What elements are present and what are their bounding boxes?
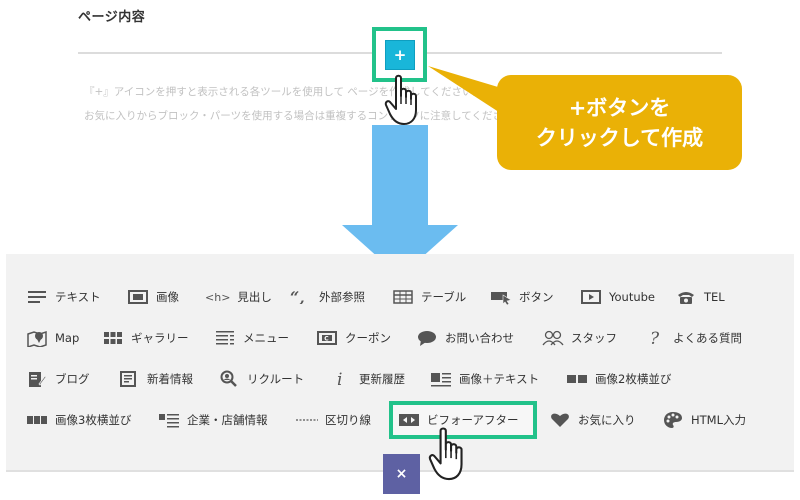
tool-image-text[interactable]: 画像＋テキスト	[430, 368, 539, 390]
tool-label: 画像＋テキスト	[459, 372, 540, 386]
two-images-icon	[566, 370, 588, 388]
tool-two-images[interactable]: 画像2枚横並び	[566, 368, 671, 390]
svg-text:C: C	[324, 335, 329, 342]
tool-palette[interactable]: HTML入力	[662, 409, 746, 431]
tool-button-cursor[interactable]: ボタン	[490, 286, 554, 308]
callout-line-1: +ボタンを	[568, 95, 671, 120]
tool-text-lines[interactable]: テキスト	[26, 286, 101, 308]
tool-company-info[interactable]: 企業・店舗情報	[158, 409, 268, 431]
tool-news[interactable]: 新着情報	[118, 368, 193, 390]
tool-divider[interactable]: 区切り線	[296, 409, 371, 431]
tool-label: テキスト	[55, 290, 101, 304]
tool-label: 画像	[156, 290, 179, 304]
tool-youtube[interactable]: Youtube	[580, 286, 655, 308]
tool-label: 外部参照	[319, 290, 365, 304]
tool-label: よくある質問	[673, 331, 742, 345]
phone-icon	[675, 288, 697, 306]
text-lines-icon	[26, 288, 48, 306]
tool-label: スタッフ	[571, 331, 617, 345]
tool-label: HTML入力	[691, 413, 747, 427]
tool-heading[interactable]: <h> 見出し	[205, 286, 272, 308]
tool-label: お気に入り	[578, 413, 636, 427]
question-icon: ?	[644, 329, 666, 347]
tool-label: テーブル	[421, 290, 467, 304]
tool-label: 画像2枚横並び	[595, 372, 672, 386]
tool-gallery-grid[interactable]: ギャラリー	[102, 327, 189, 349]
staff-icon	[542, 329, 564, 347]
tool-label: 新着情報	[147, 372, 193, 386]
tool-table[interactable]: テーブル	[392, 286, 466, 308]
tool-label: 見出し	[237, 290, 272, 304]
tool-map-pin[interactable]: Map	[26, 327, 79, 349]
tool-label: クーポン	[345, 331, 391, 345]
tool-label: ブログ	[55, 372, 90, 386]
svg-text:i: i	[337, 370, 342, 388]
tool-question[interactable]: ? よくある質問	[644, 327, 742, 349]
page-title: ページ内容	[78, 10, 146, 25]
tool-label: Map	[55, 331, 80, 345]
tool-phone[interactable]: TEL	[675, 286, 725, 308]
tool-label: TEL	[704, 290, 725, 304]
tool-coupon[interactable]: C クーポン	[316, 327, 391, 349]
heading-icon: <h>	[205, 290, 231, 304]
svg-text:“‚: “‚	[290, 290, 305, 304]
tool-label: お問い合わせ	[445, 331, 514, 345]
tool-label: ギャラリー	[131, 331, 189, 345]
tool-label: メニュー	[243, 331, 289, 345]
recruit-search-icon	[218, 370, 240, 388]
divider-icon	[296, 411, 318, 429]
close-panel-button[interactable]: ×	[383, 454, 420, 494]
quote-icon: “‚	[290, 288, 312, 306]
image-text-icon	[430, 370, 452, 388]
tool-heart[interactable]: お気に入り	[549, 409, 636, 431]
tool-label: 企業・店舗情報	[187, 413, 268, 427]
hand-cursor-icon	[384, 74, 417, 125]
callout-bubble: +ボタンを クリックして作成	[497, 75, 742, 170]
tool-recruit-search[interactable]: リクルート	[218, 368, 304, 390]
company-info-icon	[158, 411, 180, 429]
youtube-icon	[580, 288, 602, 306]
menu-list-icon	[214, 329, 236, 347]
callout-line-2: クリックして作成	[535, 125, 704, 150]
tool-image[interactable]: 画像	[127, 286, 179, 308]
tool-label: 更新履歴	[359, 372, 405, 386]
tool-menu-list[interactable]: メニュー	[214, 327, 289, 349]
info-icon: i	[330, 370, 352, 388]
before-after-icon	[398, 411, 420, 429]
map-pin-icon	[26, 329, 48, 347]
callout-pointer	[428, 66, 508, 118]
tool-staff[interactable]: スタッフ	[542, 327, 617, 349]
tool-blog-pen[interactable]: ブログ	[26, 368, 90, 390]
table-icon	[392, 288, 414, 306]
tool-label: Youtube	[609, 290, 655, 304]
tool-speech-bubble[interactable]: お問い合わせ	[416, 327, 514, 349]
tool-label: ボタン	[519, 290, 554, 304]
hand-cursor-icon	[428, 427, 463, 481]
tool-quote[interactable]: “‚ 外部参照	[290, 286, 365, 308]
news-icon	[118, 370, 140, 388]
heart-icon	[549, 411, 571, 429]
tool-three-images[interactable]: 画像3枚横並び	[26, 409, 131, 431]
speech-bubble-icon	[416, 329, 438, 347]
blog-pen-icon	[26, 370, 48, 388]
add-tool-button[interactable]: +	[385, 40, 415, 70]
coupon-icon: C	[316, 329, 338, 347]
tool-info[interactable]: i 更新履歴	[330, 368, 405, 390]
tool-label: 区切り線	[325, 413, 371, 427]
tool-label: 画像3枚横並び	[55, 413, 132, 427]
palette-icon	[662, 411, 684, 429]
gallery-grid-icon	[102, 329, 124, 347]
three-images-icon	[26, 411, 48, 429]
button-cursor-icon	[490, 288, 512, 306]
tool-label: リクルート	[247, 372, 305, 386]
svg-text:?: ?	[650, 329, 660, 347]
image-icon	[127, 288, 149, 306]
